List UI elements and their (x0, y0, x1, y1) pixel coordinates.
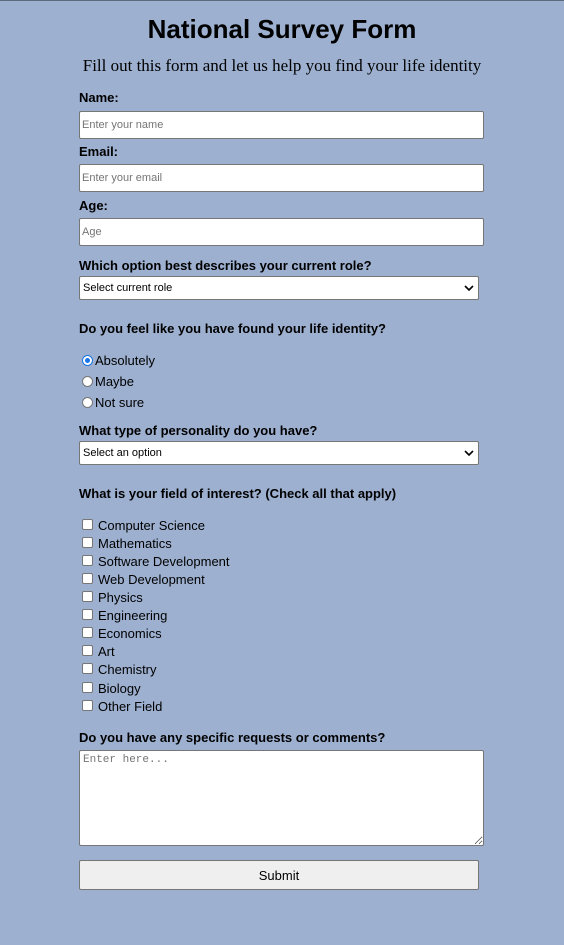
age-input[interactable] (79, 218, 484, 246)
checkbox[interactable] (82, 573, 93, 584)
role-label: Which option best describes your current… (79, 258, 372, 273)
chevron-down-icon (464, 285, 474, 292)
identity-question-label: Do you feel like you have found your lif… (79, 321, 386, 336)
interests-label: What is your field of interest? (Check a… (79, 486, 397, 501)
page-subtitle: Fill out this form and let us help you f… (82, 56, 482, 75)
radio-button[interactable] (82, 376, 93, 387)
checkbox-label: Economics (98, 626, 162, 641)
page-title: National Survey Form (147, 14, 417, 44)
chevron-down-icon (464, 450, 474, 457)
checkbox[interactable] (82, 645, 93, 656)
checkbox[interactable] (82, 663, 93, 674)
checkbox-label: Biology (98, 681, 141, 696)
personality-select[interactable]: Select an option (79, 441, 479, 465)
name-label: Name: (79, 90, 119, 105)
email-input[interactable] (79, 164, 484, 192)
checkbox-label: Software Development (98, 554, 230, 569)
checkbox[interactable] (82, 682, 93, 693)
checkbox-label: Physics (98, 590, 143, 605)
submit-button[interactable]: Submit (79, 860, 479, 890)
checkbox-label: Mathematics (98, 536, 172, 551)
checkbox-label: Web Development (98, 572, 205, 587)
comments-textarea[interactable] (79, 750, 484, 846)
role-select-value: Select current role (83, 282, 173, 294)
checkbox[interactable] (82, 700, 93, 711)
checkbox[interactable] (82, 537, 93, 548)
personality-label: What type of personality do you have? (79, 423, 318, 438)
comments-label: Do you have any specific requests or com… (79, 730, 386, 745)
checkbox[interactable] (82, 609, 93, 620)
radio-label: Absolutely (95, 353, 155, 368)
radio-label: Maybe (95, 374, 135, 389)
name-input[interactable] (79, 111, 484, 139)
checkbox-label: Other Field (98, 699, 163, 714)
checkbox[interactable] (82, 555, 93, 566)
email-label: Email: (79, 144, 119, 159)
role-select[interactable]: Select current role (79, 276, 479, 300)
radio-button-checked[interactable] (82, 355, 93, 366)
checkbox-label: Chemistry (98, 662, 157, 677)
radio-button[interactable] (82, 397, 93, 408)
age-label: Age: (79, 198, 108, 213)
checkbox-label: Engineering (98, 608, 168, 623)
checkbox-label: Computer Science (98, 518, 205, 533)
radio-label: Not sure (95, 395, 145, 410)
checkbox[interactable] (82, 591, 93, 602)
checkbox[interactable] (82, 627, 93, 638)
checkbox[interactable] (82, 519, 93, 530)
personality-select-value: Select an option (83, 447, 162, 459)
checkbox-label: Art (98, 644, 115, 659)
